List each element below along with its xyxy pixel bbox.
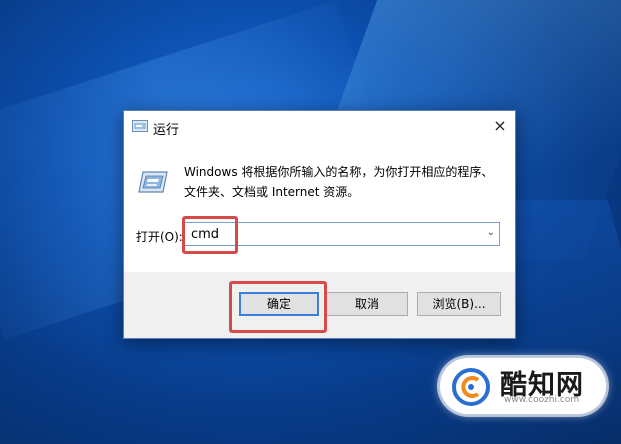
dialog-content: Windows 将根据你所输入的名称，为你打开相应的程序、文件夹、文档或 Int… <box>124 142 515 272</box>
run-app-icon <box>138 171 168 193</box>
ok-button[interactable]: 确定 <box>239 292 319 316</box>
run-app-icon <box>132 120 148 132</box>
dropdown-arrow-icon[interactable]: ⌄ <box>487 227 495 238</box>
open-label: 打开(O): <box>136 230 183 244</box>
dialog-title: 运行 <box>153 123 180 138</box>
title-bar[interactable]: 运行 × <box>124 111 515 142</box>
open-combobox[interactable]: ⌄ <box>182 222 500 246</box>
watermark-url: www.coozhi.com <box>504 395 580 405</box>
run-dialog: 运行 × Windows 将根据你所输入的名称，为你打开相应的程序、文件夹、文档… <box>123 110 516 339</box>
coozhi-logo-icon <box>452 368 490 406</box>
browse-button[interactable]: 浏览(B)... <box>417 292 501 316</box>
cancel-button[interactable]: 取消 <box>326 292 408 316</box>
dialog-description: Windows 将根据你所输入的名称，为你打开相应的程序、文件夹、文档或 Int… <box>184 165 494 199</box>
close-icon[interactable]: × <box>489 115 511 137</box>
watermark-badge: 酷知网 www.coozhi.com <box>440 358 606 414</box>
open-input[interactable] <box>183 223 481 245</box>
